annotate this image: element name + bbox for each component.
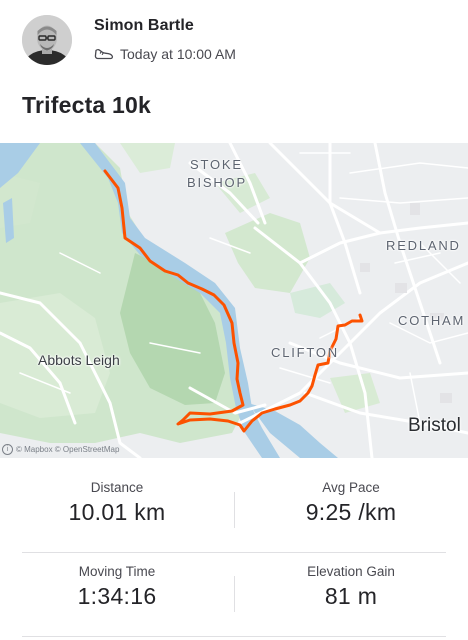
shoe-icon [94,49,114,60]
map-label-stoke: STOKE [190,157,243,172]
stat-label: Distance [90,480,144,495]
map-canvas [0,143,468,458]
stat-moving-time: Moving Time 1:34:16 [0,564,234,610]
athlete-name[interactable]: Simon Bartle [94,17,194,35]
activity-timestamp: Today at 10:00 AM [120,46,236,62]
stat-elevation-gain: Elevation Gain 81 m [234,564,468,610]
stat-value: 1:34:16 [77,583,157,609]
stat-value: 81 m [324,583,378,609]
map-label-bishop: BISHOP [187,175,247,190]
activity-meta: Today at 10:00 AM [94,44,236,64]
stat-avg-pace: Avg Pace 9:25 /km [234,480,468,526]
map-label-clifton: CLIFTON [271,345,339,360]
map-label-cotham: COTHAM [398,313,466,328]
info-icon[interactable]: i [2,443,13,455]
attribution-text: © Mapbox © OpenStreetMap [16,444,120,454]
map-label-redland: REDLAND [386,238,461,253]
map-label-abbots-leigh: Abbots Leigh [38,352,120,368]
stat-value: 10.01 km [68,499,166,525]
map-attribution[interactable]: i © Mapbox © OpenStreetMap [2,442,119,456]
row-divider [22,636,446,637]
stat-label: Elevation Gain [307,564,395,579]
activity-stats: Distance 10.01 km Avg Pace 9:25 /km Movi… [0,470,468,640]
activity-header: Simon Bartle Today at 10:00 AM [0,0,468,84]
stat-label: Avg Pace [322,480,380,495]
activity-title[interactable]: Trifecta 10k [22,92,151,119]
avatar[interactable] [22,15,72,65]
stat-label: Moving Time [78,564,156,579]
route-map[interactable]: STOKE BISHOP REDLAND COTHAM CLIFTON Abbo… [0,143,468,458]
row-divider [22,552,446,553]
avatar-photo [22,15,72,65]
stat-value: 9:25 /km [305,499,397,525]
map-label-bristol: Bristol [408,415,461,436]
stat-distance: Distance 10.01 km [0,480,234,526]
